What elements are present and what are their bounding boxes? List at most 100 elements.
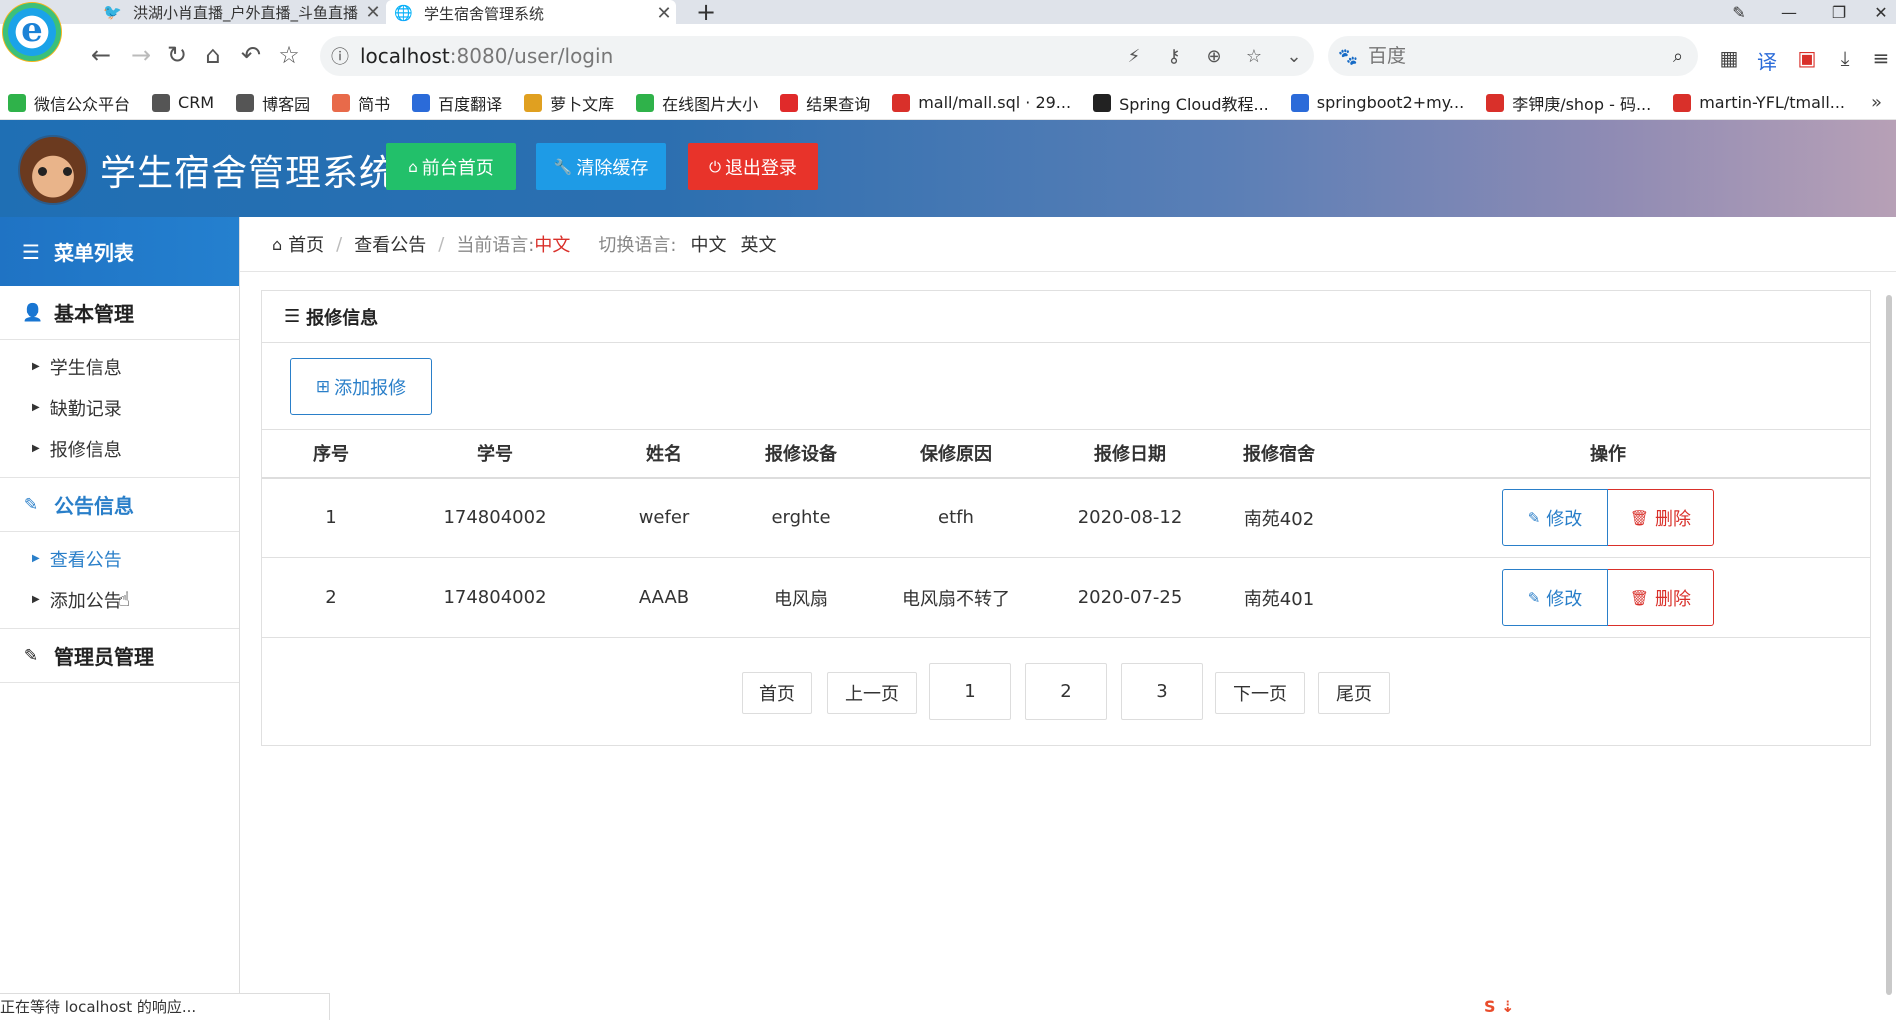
bookmark-item[interactable]: springboot2+my... <box>1290 93 1465 112</box>
bookmark-favicon-icon <box>636 93 655 112</box>
scrollbar-thumb[interactable] <box>1886 295 1892 995</box>
address-url[interactable]: localhost:8080/user/login <box>360 44 1114 68</box>
mouse-cursor-icon: ☝ <box>118 587 131 611</box>
back-icon[interactable]: ← <box>86 40 116 70</box>
sidebar: ☰ 菜单列表 👤 基本管理 ▶ 学生信息 ▶ 缺勤记录 ▶ 报修信息 ✎ 公告信息 ▶… <box>0 217 240 995</box>
star-icon[interactable]: ☆ <box>1234 46 1274 67</box>
browser-tab-douyu[interactable]: 🐦 洪湖小肖直播_户外直播_斗鱼直播 ✕ <box>95 0 385 24</box>
restore-button[interactable]: ❐ <box>1816 0 1862 24</box>
pager-last[interactable]: 尾页 <box>1318 672 1390 714</box>
table-row: 1 174804002 wefer erghte etfh 2020-08-12… <box>262 477 1870 558</box>
pager-prev[interactable]: 上一页 <box>827 672 917 714</box>
current-lang-value: 中文 <box>534 235 571 256</box>
close-window-button[interactable]: ✕ <box>1858 0 1896 24</box>
sidebar-item-view-notice[interactable]: ▶ 查看公告 <box>0 538 239 579</box>
browser-tab-active[interactable]: 🌐 学生宿舍管理系统 ✕ <box>386 0 676 26</box>
address-bar[interactable]: ⓘ localhost:8080/user/login ⚡ ⚷ ⊕ ☆ ⌄ <box>320 36 1314 76</box>
chevron-down-icon[interactable]: ⌄ <box>1274 46 1314 67</box>
app-title: 学生宿舍管理系统 <box>100 153 397 194</box>
breadcrumb-current: 查看公告 <box>354 235 427 256</box>
table-cell: 电风扇 <box>738 557 864 638</box>
add-repair-button[interactable]: ⊞ 添加报修 <box>290 358 432 415</box>
delete-button[interactable]: 🗑 删除 <box>1608 489 1714 547</box>
bookmark-item[interactable]: CRM <box>152 93 214 112</box>
breadcrumb-home[interactable]: 首页 <box>288 231 324 257</box>
bookmark-star-icon[interactable]: ☆ <box>274 40 304 70</box>
bookmark-item[interactable]: 结果查询 <box>780 91 870 115</box>
bookmark-item[interactable]: martin-YFL/tmall... <box>1673 93 1845 112</box>
key-icon[interactable]: ⚷ <box>1154 46 1194 67</box>
undo-icon[interactable]: ↶ <box>236 40 266 70</box>
column-header: 姓名 <box>590 429 738 479</box>
bookmark-favicon-icon <box>236 93 255 112</box>
plus-square-icon: ⊞ <box>315 376 331 397</box>
trash-icon: 🗑 <box>1629 508 1650 527</box>
download-icon[interactable]: ⤓ <box>1830 46 1860 76</box>
sidebar-group-admin[interactable]: ✎ 管理员管理 <box>0 629 239 683</box>
pager-page[interactable]: 1 <box>929 663 1011 720</box>
minimize-button[interactable]: — <box>1766 0 1812 24</box>
site-info-icon[interactable]: ⓘ <box>320 43 360 69</box>
bookmark-item[interactable]: 萝卜文库 <box>524 91 614 115</box>
bookmark-label: 结果查询 <box>806 94 871 114</box>
pdf-icon[interactable]: ▣ <box>1792 46 1822 76</box>
bookmark-favicon-icon <box>8 93 26 112</box>
lang-english-link[interactable]: 英文 <box>740 231 776 257</box>
sidebar-item-repair[interactable]: ▶ 报修信息 <box>0 428 239 469</box>
bookmark-label: Spring Cloud教程... <box>1119 94 1269 114</box>
sidebar-item-absence[interactable]: ▶ 缺勤记录 <box>0 387 239 428</box>
repair-table: 序号 学号 姓名 报修设备 保修原因 报修日期 报修宿舍 操作 1 174804… <box>262 429 1870 638</box>
clear-cache-button[interactable]: 🔧 清除缓存 <box>536 143 666 190</box>
home-icon[interactable]: ⌂ <box>198 40 228 70</box>
bookmark-favicon-icon <box>412 93 431 112</box>
note-icon[interactable]: ✎ <box>1716 0 1762 24</box>
delete-button[interactable]: 🗑 删除 <box>1608 569 1714 626</box>
table-cell: etfh <box>864 477 1048 558</box>
caret-right-icon: ▶ <box>32 402 40 413</box>
logout-button[interactable]: ⏻ 退出登录 <box>688 143 818 190</box>
pager-page[interactable]: 3 <box>1121 663 1203 720</box>
bookmark-label: springboot2+my... <box>1316 93 1465 112</box>
sidebar-group-notice[interactable]: ✎ 公告信息 <box>0 478 239 532</box>
table-cell: wefer <box>590 477 738 558</box>
bookmark-item[interactable]: 在线图片大小 <box>636 91 758 115</box>
bookmark-label: 萝卜文库 <box>550 94 615 114</box>
table-cell: 2020-08-12 <box>1048 477 1212 558</box>
bookmarks-more-icon[interactable]: » <box>1871 92 1882 113</box>
pager-next[interactable]: 下一页 <box>1215 672 1305 714</box>
forward-icon[interactable]: → <box>126 40 156 70</box>
mute-icon[interactable]: ✕ <box>361 2 385 23</box>
search-input[interactable] <box>1368 45 1658 67</box>
bookmark-item[interactable]: 百度翻译 <box>412 91 502 115</box>
menu-icon[interactable]: ≡ <box>1866 46 1896 76</box>
ime-icon[interactable]: S ⇣ <box>1484 994 1528 1018</box>
column-header: 学号 <box>400 429 590 479</box>
new-tab-button[interactable]: + <box>696 0 716 24</box>
search-box[interactable]: 🐾 ⌕ <box>1328 36 1698 76</box>
search-icon[interactable]: ⌕ <box>1658 46 1698 67</box>
frontend-home-button[interactable]: ⌂ 前台首页 <box>386 143 516 190</box>
zoom-icon[interactable]: ⊕ <box>1194 46 1234 67</box>
bookmark-label: 简书 <box>358 94 391 114</box>
bookmark-item[interactable]: 微信公众平台 <box>8 91 130 115</box>
bookmark-item[interactable]: 博客园 <box>236 91 310 115</box>
sidebar-group-basic[interactable]: 👤 基本管理 <box>0 286 239 340</box>
bookmark-label: 百度翻译 <box>438 94 503 114</box>
bookmark-item[interactable]: mall/mall.sql · 29... <box>892 93 1071 112</box>
lang-chinese-link[interactable]: 中文 <box>690 231 726 257</box>
translate-icon[interactable]: 译 <box>1752 46 1782 76</box>
bookmark-item[interactable]: Spring Cloud教程... <box>1093 91 1269 115</box>
edit-button[interactable]: ✎ 修改 <box>1502 489 1608 547</box>
bookmark-item[interactable]: 李钾庚/shop - 码... <box>1486 91 1651 115</box>
edit-icon: ✎ <box>1527 588 1541 607</box>
bookmark-item[interactable]: 简书 <box>332 91 390 115</box>
pager-page[interactable]: 2 <box>1025 663 1107 720</box>
sidebar-item-student-info[interactable]: ▶ 学生信息 <box>0 346 239 387</box>
reload-icon[interactable]: ↻ <box>162 40 192 70</box>
apps-grid-icon[interactable]: ▦ <box>1714 46 1744 76</box>
lightning-icon[interactable]: ⚡ <box>1114 46 1154 67</box>
user-icon: 👤 <box>22 302 44 323</box>
close-tab-icon[interactable]: ✕ <box>652 3 676 24</box>
pager-first[interactable]: 首页 <box>742 672 812 714</box>
edit-button[interactable]: ✎ 修改 <box>1502 569 1608 626</box>
